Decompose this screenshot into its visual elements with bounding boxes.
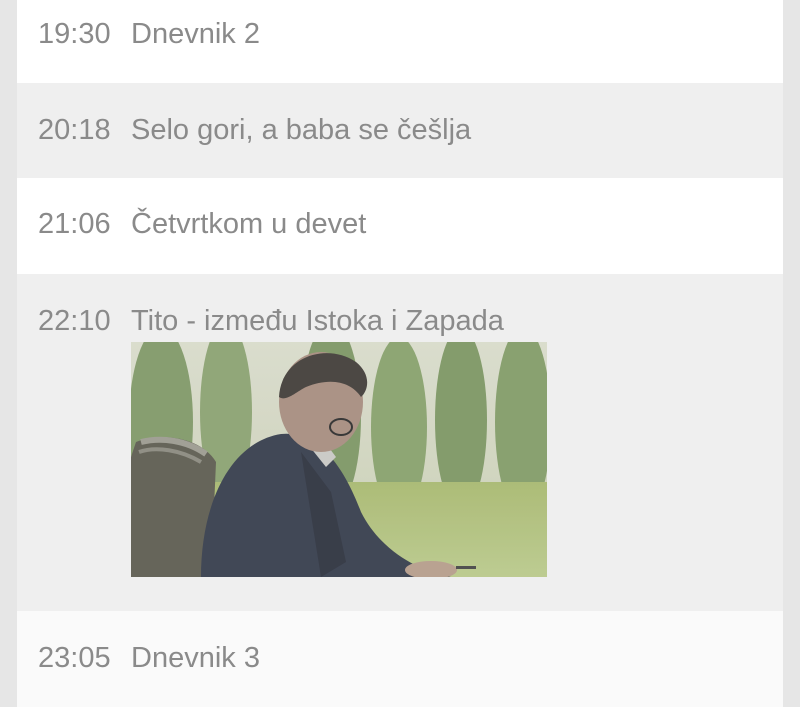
program-time: 21:06	[38, 208, 111, 240]
program-title: Dnevnik 3	[131, 642, 260, 674]
schedule-row[interactable]: 23:05 Dnevnik 3	[17, 611, 783, 707]
program-title: Tito - između Istoka i Zapada	[131, 305, 504, 337]
schedule-row[interactable]: 22:10 Tito - između Istoka i Zapada	[17, 274, 783, 611]
program-time: 23:05	[38, 642, 111, 674]
program-time: 19:30	[38, 18, 111, 50]
program-title: Četvrtkom u devet	[131, 208, 367, 240]
program-thumbnail[interactable]	[131, 342, 547, 577]
program-title: Selo gori, a baba se češlja	[131, 114, 472, 146]
program-title: Dnevnik 2	[131, 18, 260, 50]
schedule-row[interactable]: 19:30 Dnevnik 2	[17, 0, 783, 83]
schedule-row[interactable]: 20:18 Selo gori, a baba se češlja	[17, 83, 783, 178]
program-time: 22:10	[38, 305, 111, 337]
tv-schedule-list: 19:30 Dnevnik 2 20:18 Selo gori, a baba …	[17, 0, 783, 707]
schedule-row[interactable]: 21:06 Četvrtkom u devet	[17, 178, 783, 274]
program-time: 20:18	[38, 114, 111, 146]
